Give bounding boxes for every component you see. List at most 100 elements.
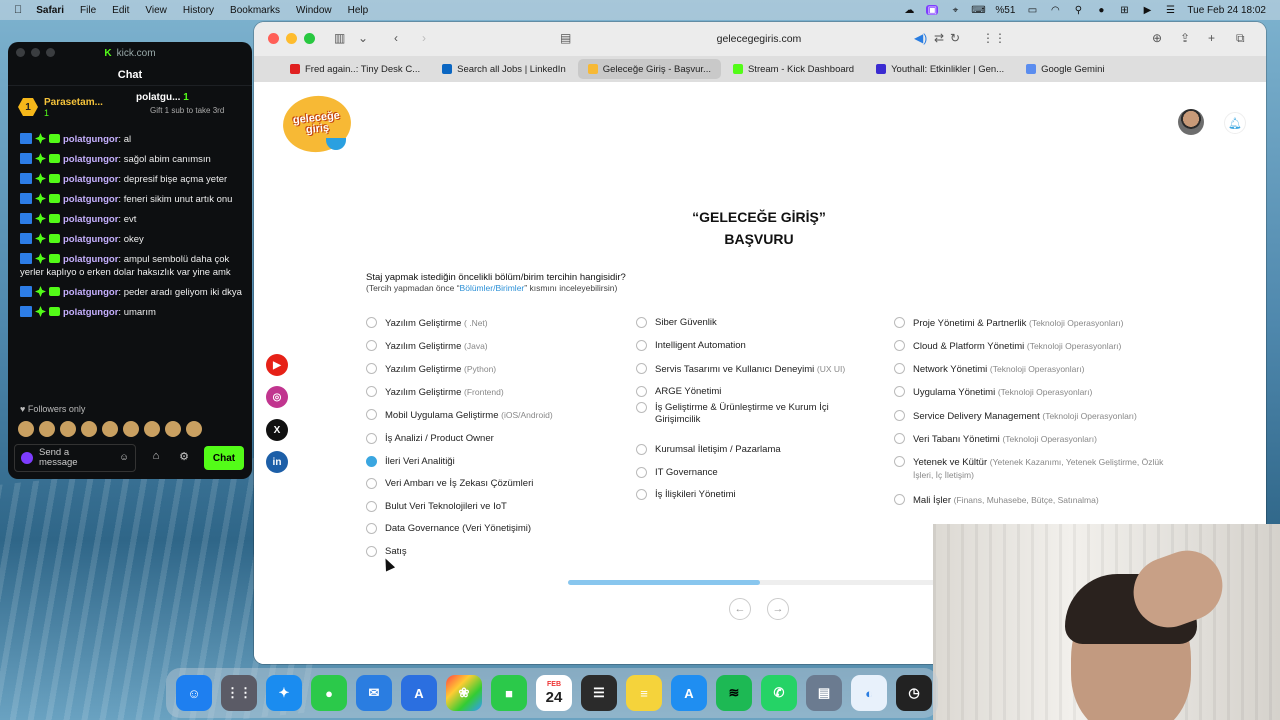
top-sub-name[interactable]: Parasetam...	[44, 97, 103, 108]
emote-icon[interactable]	[165, 421, 181, 437]
menu-app-name[interactable]: Safari	[36, 5, 64, 16]
play-icon[interactable]: ▶	[1141, 5, 1153, 16]
radio-button[interactable]	[894, 494, 905, 505]
option-col1-3[interactable]: Yazılım Geliştirme (Frontend)	[366, 386, 596, 399]
cloud-icon[interactable]: ☁	[903, 5, 915, 16]
avatar[interactable]	[1178, 109, 1204, 135]
radio-button[interactable]	[636, 386, 647, 397]
messages-icon[interactable]: ●	[311, 675, 347, 711]
option-col3-6[interactable]: Yetenek ve Kültür (Yetenek Kazanımı, Yet…	[894, 456, 1164, 482]
spotify-icon[interactable]: ≋	[716, 675, 752, 711]
tab-kick-dashboard[interactable]: Stream - Kick Dashboard	[723, 59, 864, 79]
chat-send-button[interactable]: Chat	[204, 446, 244, 470]
toggles-icon[interactable]: ☰	[1164, 5, 1176, 16]
radio-button[interactable]	[894, 386, 905, 397]
option-col1-7[interactable]: Veri Ambarı ve İş Zekası Çözümleri	[366, 478, 596, 490]
departments-link[interactable]: Bölümler/Birimler	[460, 283, 525, 293]
tab-overview-icon[interactable]: ⧉	[1236, 31, 1245, 46]
option-col3-2[interactable]: Network Yönetimi (Teknoloji Operasyonlar…	[894, 363, 1164, 376]
tab-youthall[interactable]: Youthall: Etkinlikler | Gen...	[866, 59, 1014, 79]
radio-button[interactable]	[894, 456, 905, 467]
radio-button[interactable]	[366, 546, 377, 557]
airpods-icon[interactable]: ⌖	[949, 5, 961, 16]
radio-button[interactable]	[366, 409, 377, 420]
photos-icon[interactable]: ❀	[446, 675, 482, 711]
option-col2-5[interactable]: Kurumsal İletişim / Pazarlama	[636, 444, 866, 456]
apple-menu-icon[interactable]: 	[14, 4, 22, 16]
radio-button[interactable]	[366, 478, 377, 489]
radio-button[interactable]	[636, 489, 647, 500]
whatsapp-icon[interactable]: ✆	[761, 675, 797, 711]
option-col3-3[interactable]: Uygulama Yönetimi (Teknoloji Operasyonla…	[894, 386, 1164, 399]
notes-icon[interactable]: ≡	[626, 675, 662, 711]
option-col1-5[interactable]: İş Analizi / Product Owner	[366, 433, 596, 445]
back-icon[interactable]: ‹	[394, 31, 398, 45]
close-button[interactable]	[16, 48, 25, 57]
linkedin-icon[interactable]: in	[266, 451, 288, 473]
emote-icon[interactable]	[18, 421, 34, 437]
option-col1-1[interactable]: Yazılım Geliştirme (Java)	[366, 340, 596, 353]
radio-button[interactable]	[366, 523, 377, 534]
vpn-icon[interactable]: ◐	[851, 675, 887, 711]
option-col1-8[interactable]: Bulut Veri Teknolojileri ve IoT	[366, 501, 596, 513]
menu-file[interactable]: File	[80, 5, 96, 16]
bell-icon[interactable]: 🔔︎	[1224, 112, 1246, 134]
minimize-button[interactable]	[31, 48, 40, 57]
sidebar-icon[interactable]: ▥	[334, 31, 345, 45]
option-col3-4[interactable]: Service Delivery Management (Teknoloji O…	[894, 410, 1164, 423]
store-icon[interactable]: ⌂	[148, 450, 164, 466]
zoom-button[interactable]	[304, 33, 315, 44]
menu-bookmarks[interactable]: Bookmarks	[230, 5, 280, 16]
youtube-icon[interactable]: ▶	[266, 354, 288, 376]
option-col3-5[interactable]: Veri Tabanı Yönetimi (Teknoloji Operasyo…	[894, 433, 1164, 446]
share-icon[interactable]: ⇪	[1180, 31, 1190, 45]
emote-icon[interactable]	[186, 421, 202, 437]
radio-button[interactable]	[366, 501, 377, 512]
new-tab-icon[interactable]: +	[1208, 31, 1215, 45]
emote-icon[interactable]	[123, 421, 139, 437]
calendar-icon[interactable]: FEB 24	[536, 675, 572, 711]
minimize-button[interactable]	[286, 33, 297, 44]
radio-button[interactable]	[366, 386, 377, 397]
grid-icon[interactable]: ⋮⋮	[982, 31, 1006, 45]
menu-window[interactable]: Window	[296, 5, 332, 16]
radio-button[interactable]	[366, 433, 377, 444]
emoji-icon[interactable]: ☺	[119, 453, 129, 463]
option-col2-1[interactable]: Intelligent Automation	[636, 340, 866, 352]
radio-button[interactable]	[894, 410, 905, 421]
emote-icon[interactable]	[39, 421, 55, 437]
previous-button[interactable]: ←	[729, 598, 751, 620]
radio-button[interactable]	[894, 340, 905, 351]
tab-youtube[interactable]: Fred again..: Tiny Desk C...	[280, 59, 430, 79]
option-col2-2[interactable]: Servis Tasarımı ve Kullanıcı Deneyimi (U…	[636, 363, 866, 376]
menu-view[interactable]: View	[145, 5, 167, 16]
option-col1-2[interactable]: Yazılım Geliştirme (Python)	[366, 363, 596, 376]
option-col1-4[interactable]: Mobil Uygulama Geliştirme (iOS/Android)	[366, 409, 596, 422]
keyboard-icon[interactable]: ⌨	[971, 5, 985, 16]
control-center-icon[interactable]: ⊞	[1118, 5, 1130, 16]
menu-help[interactable]: Help	[348, 5, 369, 16]
option-col2-7[interactable]: İş İlişkileri Yönetimi	[636, 489, 866, 501]
emote-icon[interactable]	[81, 421, 97, 437]
search-icon[interactable]: ⚲	[1072, 5, 1084, 16]
chat-message-list[interactable]: polatgungor: al polatgungor: sağol abim …	[8, 128, 252, 319]
option-col1-10[interactable]: Satış	[366, 546, 596, 558]
radio-button[interactable]	[894, 317, 905, 328]
menu-edit[interactable]: Edit	[112, 5, 129, 16]
user-switch-icon[interactable]: ●	[1095, 5, 1107, 16]
radio-button[interactable]	[636, 402, 647, 413]
option-col2-4[interactable]: İş Geliştirme & Ürünleştirme ve Kurum İç…	[636, 402, 866, 426]
facetime-icon[interactable]: ■	[491, 675, 527, 711]
finder-icon[interactable]: ☺	[176, 675, 212, 711]
instagram-icon[interactable]: ◎	[266, 386, 288, 408]
mail-icon[interactable]: ✉	[356, 675, 392, 711]
tab-linkedin[interactable]: Search all Jobs | LinkedIn	[432, 59, 576, 79]
zoom-button[interactable]	[46, 48, 55, 57]
option-col1-6[interactable]: İleri Veri Analitiği	[366, 456, 596, 468]
clock[interactable]: Tue Feb 24 18:02	[1187, 5, 1266, 16]
radio-button[interactable]	[366, 340, 377, 351]
option-col2-6[interactable]: IT Governance	[636, 467, 866, 479]
app-store-icon[interactable]: A	[671, 675, 707, 711]
screen-record-icon[interactable]: ▣	[926, 5, 939, 16]
option-col3-1[interactable]: Cloud & Platform Yönetimi (Teknoloji Ope…	[894, 340, 1164, 353]
